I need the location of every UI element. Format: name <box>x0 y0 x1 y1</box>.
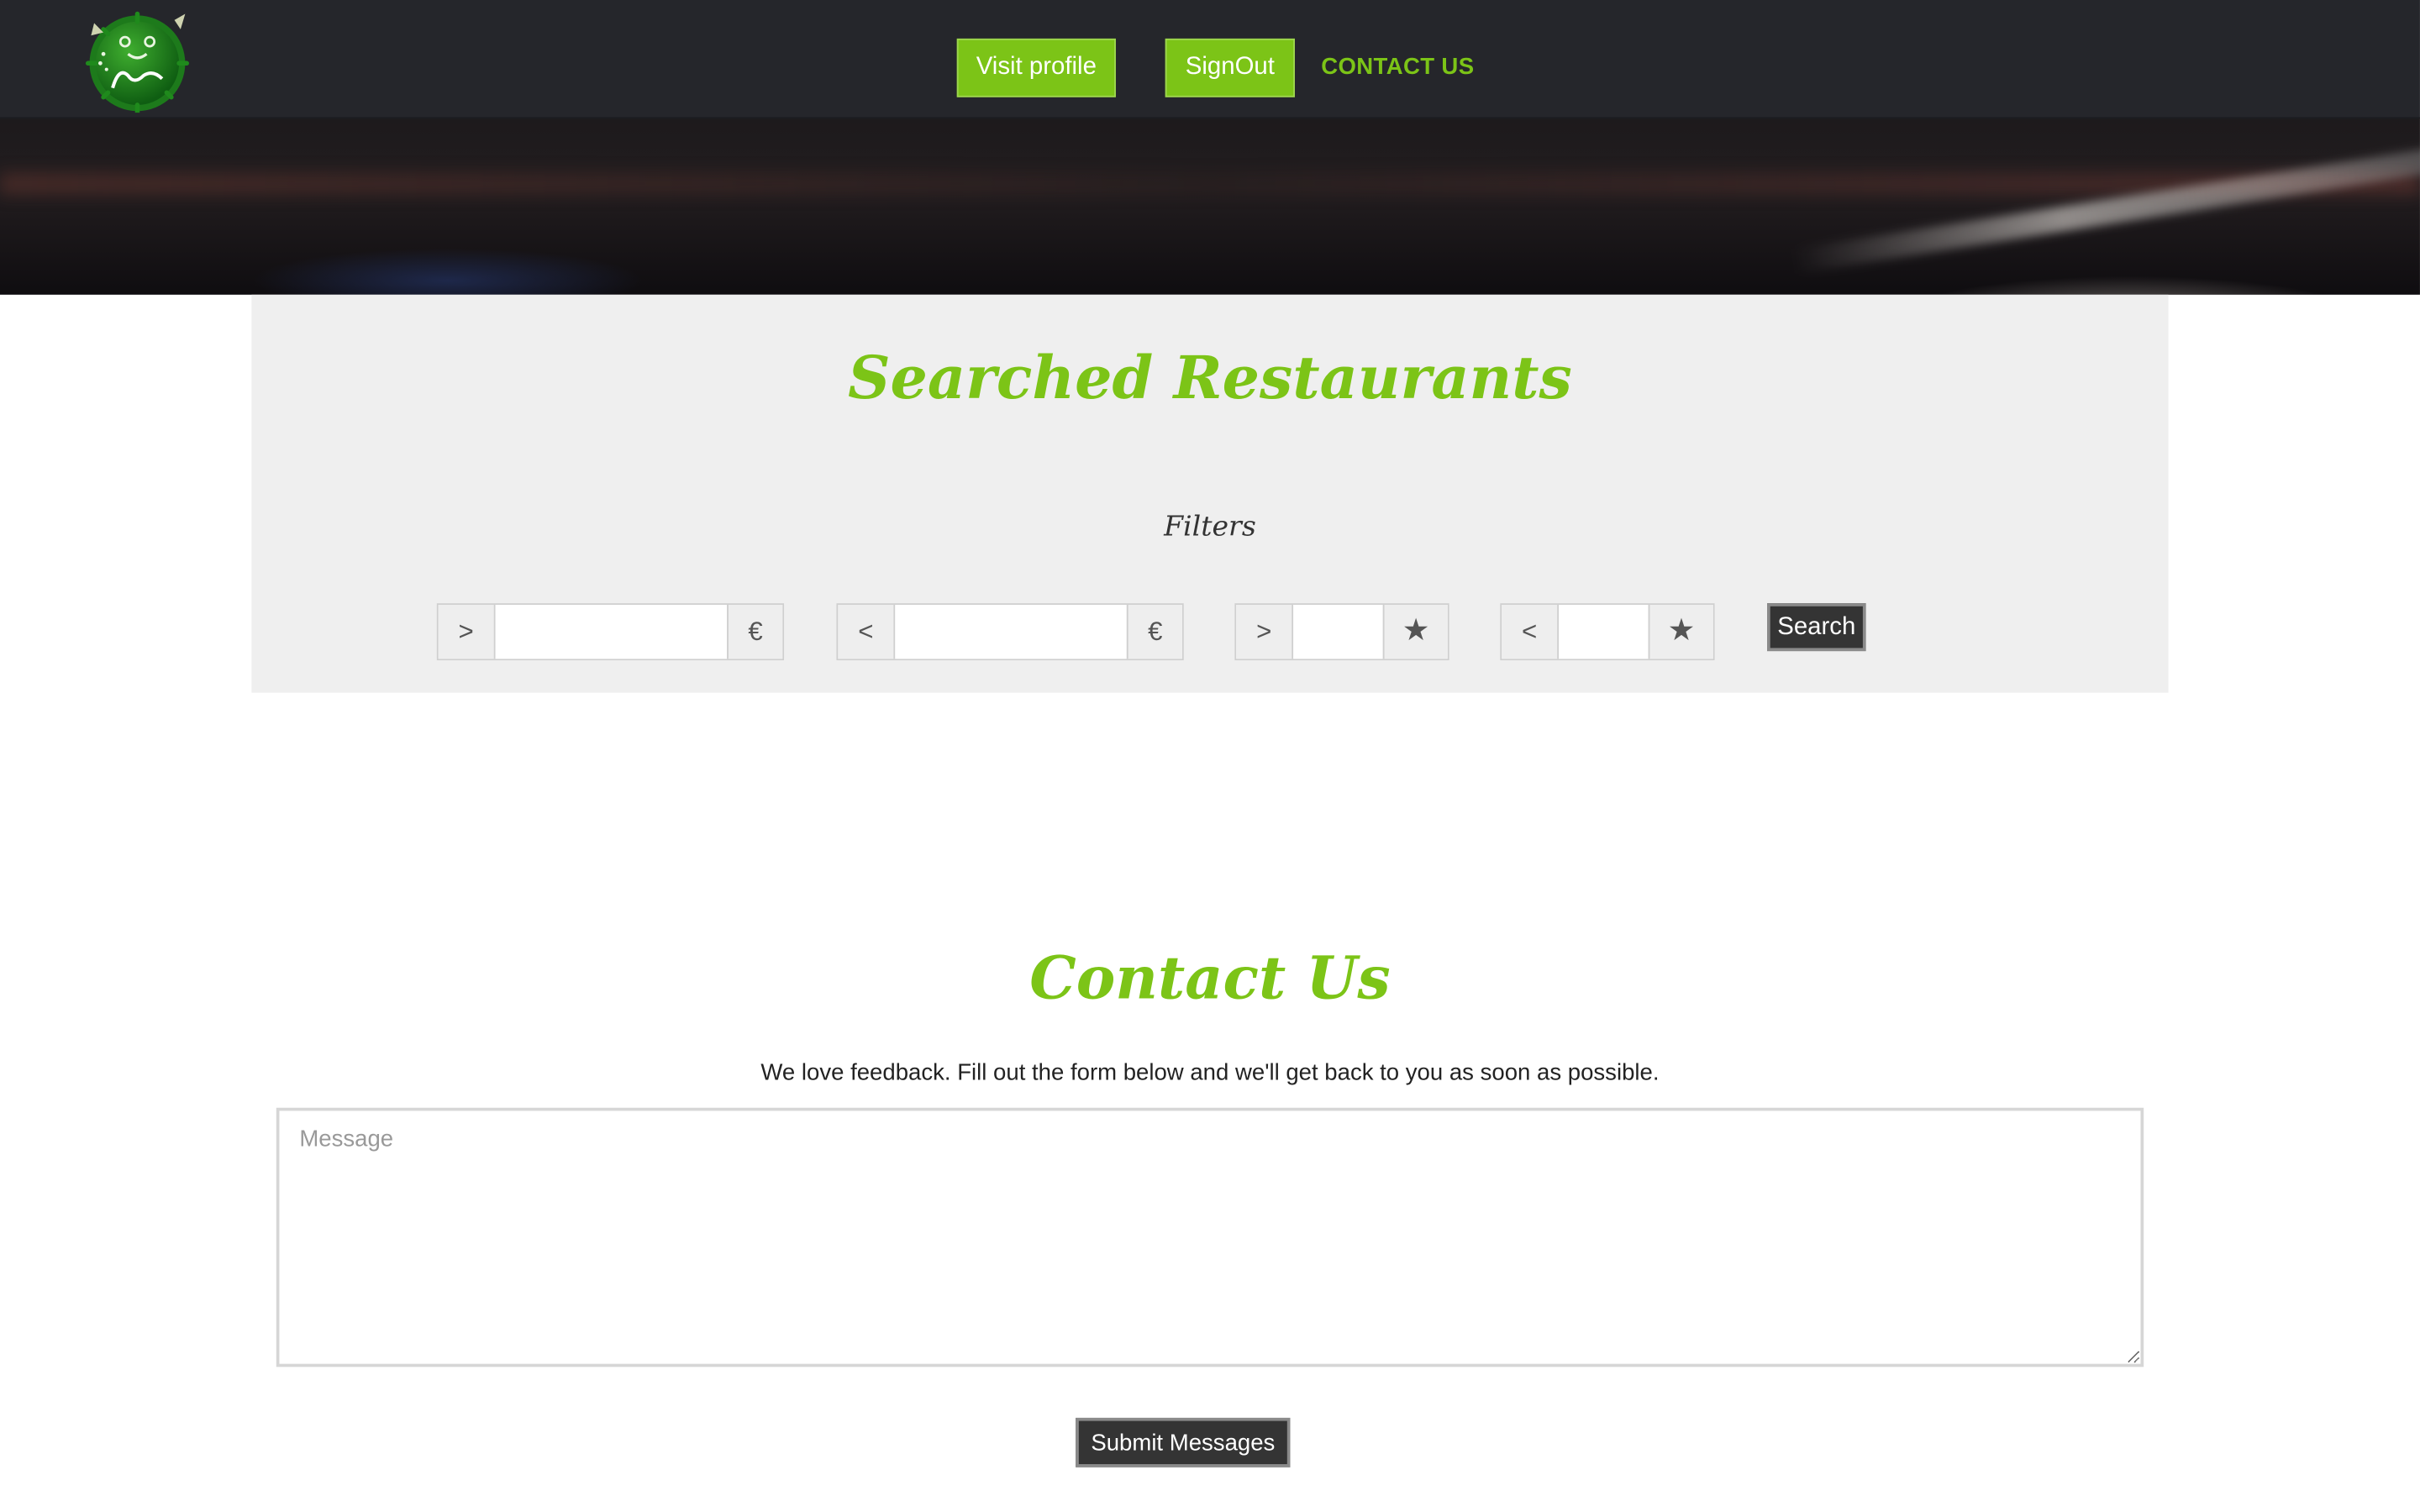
hero-light-streak <box>1792 143 2420 274</box>
filter-prefix: < <box>1502 604 1560 659</box>
min-rating-filter: > ★ <box>1234 603 1449 661</box>
min-price-input[interactable] <box>495 604 728 659</box>
star-icon: ★ <box>1382 604 1448 659</box>
filter-prefix: > <box>1236 604 1294 659</box>
pufferfish-logo-icon[interactable] <box>82 8 192 113</box>
top-navbar: Visit profile SignOut CONTACT US <box>0 0 2420 119</box>
visit-profile-button[interactable]: Visit profile <box>956 38 1116 97</box>
submit-messages-button[interactable]: Submit Messages <box>1076 1417 1291 1467</box>
filters-label: Filters <box>1164 510 1256 543</box>
page: Visit profile SignOut CONTACT US Searche… <box>0 0 2420 1512</box>
filter-prefix: < <box>838 604 896 659</box>
filter-prefix: > <box>438 604 496 659</box>
euro-icon: € <box>727 604 783 659</box>
search-title: Searched Restaurants <box>848 342 1572 412</box>
min-rating-input[interactable] <box>1293 604 1383 659</box>
search-panel: Searched Restaurants Filters > € < € > ★… <box>251 294 2169 693</box>
euro-icon: € <box>1126 604 1182 659</box>
hero-banner-image <box>0 118 2420 295</box>
signout-button[interactable]: SignOut <box>1165 38 1295 97</box>
max-rating-filter: < ★ <box>1500 603 1715 661</box>
contact-us-link[interactable]: CONTACT US <box>1321 54 1474 81</box>
min-price-filter: > € <box>436 603 785 661</box>
max-price-input[interactable] <box>895 604 1127 659</box>
search-button[interactable]: Search <box>1767 603 1866 652</box>
max-price-filter: < € <box>836 603 1184 661</box>
message-textarea[interactable] <box>276 1107 2144 1368</box>
star-icon: ★ <box>1648 604 1713 659</box>
hero-decoration <box>0 172 2420 195</box>
contact-description: We love feedback. Fill out the form belo… <box>760 1059 1660 1087</box>
max-rating-input[interactable] <box>1559 604 1649 659</box>
contact-title: Contact Us <box>1029 942 1391 1012</box>
